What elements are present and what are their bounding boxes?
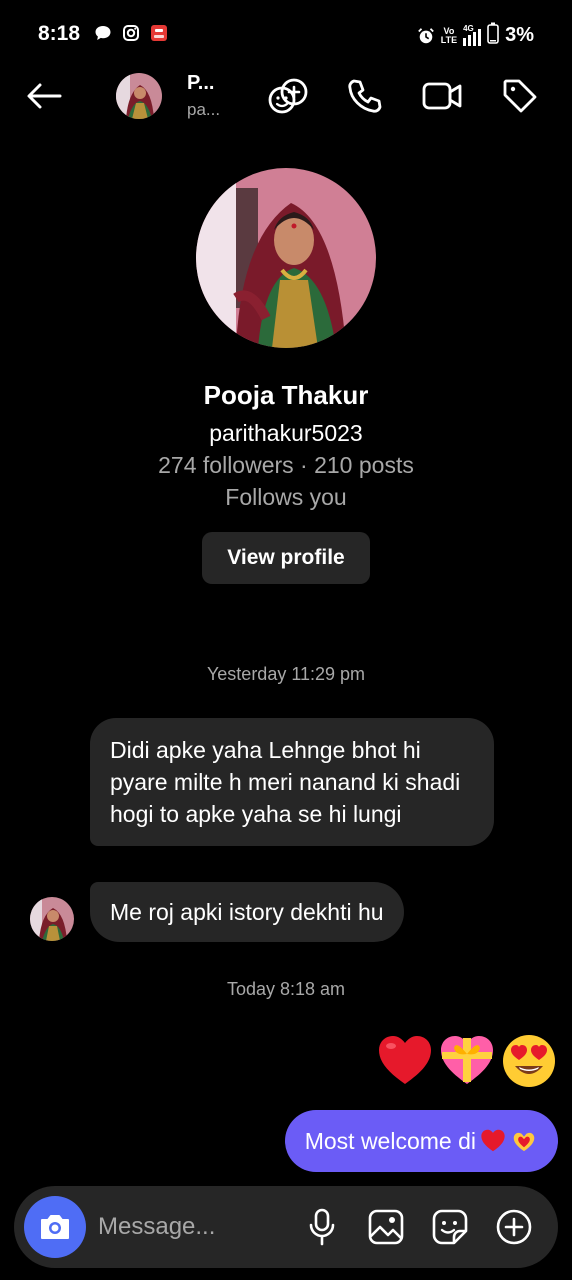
microphone-icon [309, 1208, 335, 1246]
heart-hands-emoji [513, 1132, 535, 1152]
voice-message-button[interactable] [302, 1207, 342, 1247]
chat-header: P... pa... [0, 60, 572, 132]
message-bubble-incoming[interactable]: Me roj apki istory dekhti hu [90, 882, 404, 942]
call-button[interactable] [342, 74, 386, 118]
alarm-icon [417, 27, 435, 45]
profile-stats: 274 followers · 210 posts [158, 452, 414, 478]
instagram-icon [122, 24, 140, 42]
sender-avatar[interactable] [30, 897, 74, 941]
message-text: Most welcome di [304, 1127, 476, 1154]
profile-name: Pooja Thakur [203, 380, 369, 410]
battery-icon [487, 22, 499, 49]
volte-icon: Vo LTE [440, 25, 458, 45]
gallery-button[interactable] [366, 1207, 406, 1247]
battery-percent: 3% [505, 24, 534, 46]
view-profile-button[interactable]: View profile [202, 532, 370, 584]
profile-avatar[interactable] [196, 168, 376, 348]
back-arrow-icon [27, 83, 62, 109]
message-bubble-outgoing[interactable]: Most welcome di [284, 1110, 558, 1172]
header-username[interactable]: pa... [187, 100, 227, 120]
message-text: Me roj apki istory dekhti hu [110, 899, 384, 925]
header-avatar[interactable] [116, 73, 162, 119]
emoji-message[interactable] [376, 1032, 558, 1090]
back-button[interactable] [22, 74, 66, 118]
timestamp: Today 8:18 am [226, 979, 346, 999]
tag-icon [503, 79, 537, 113]
tag-button[interactable] [498, 74, 542, 118]
gallery-icon [368, 1209, 404, 1245]
red-heart-emoji [379, 1036, 431, 1084]
phone-icon [348, 79, 382, 113]
heart-with-ribbon-emoji [441, 1036, 493, 1084]
camera-icon [41, 1215, 69, 1239]
heart-eyes-emoji [503, 1035, 555, 1087]
pdf-app-icon [150, 24, 168, 42]
message-input[interactable] [98, 1208, 288, 1246]
plus-icon [496, 1209, 532, 1245]
header-name[interactable]: P... [187, 72, 227, 95]
message-text: Didi apke yaha Lehnge bhot hi pyare milt… [110, 737, 461, 827]
video-call-button[interactable] [420, 74, 464, 118]
notification-icons [94, 24, 168, 42]
signal-icon: 4G [463, 24, 482, 46]
profile-username: parithakur5023 [209, 420, 363, 446]
message-composer [14, 1186, 558, 1268]
add-people-icon [268, 78, 308, 114]
camera-button[interactable] [24, 1196, 86, 1258]
system-icons: Vo LTE 4G 3% [417, 22, 534, 49]
timestamp: Yesterday 11:29 pm [206, 664, 366, 684]
message-bubble-incoming[interactable]: Didi apke yaha Lehnge bhot hi pyare milt… [90, 718, 494, 846]
add-people-button[interactable] [266, 74, 310, 118]
status-time: 8:18 [38, 22, 81, 45]
follows-you-label: Follows you [225, 484, 347, 510]
video-camera-icon [422, 82, 462, 110]
chat-bubble-icon [94, 24, 112, 42]
more-options-button[interactable] [494, 1207, 534, 1247]
red-heart-emoji [481, 1129, 505, 1152]
sticker-button[interactable] [430, 1207, 470, 1247]
sticker-icon [432, 1209, 468, 1245]
